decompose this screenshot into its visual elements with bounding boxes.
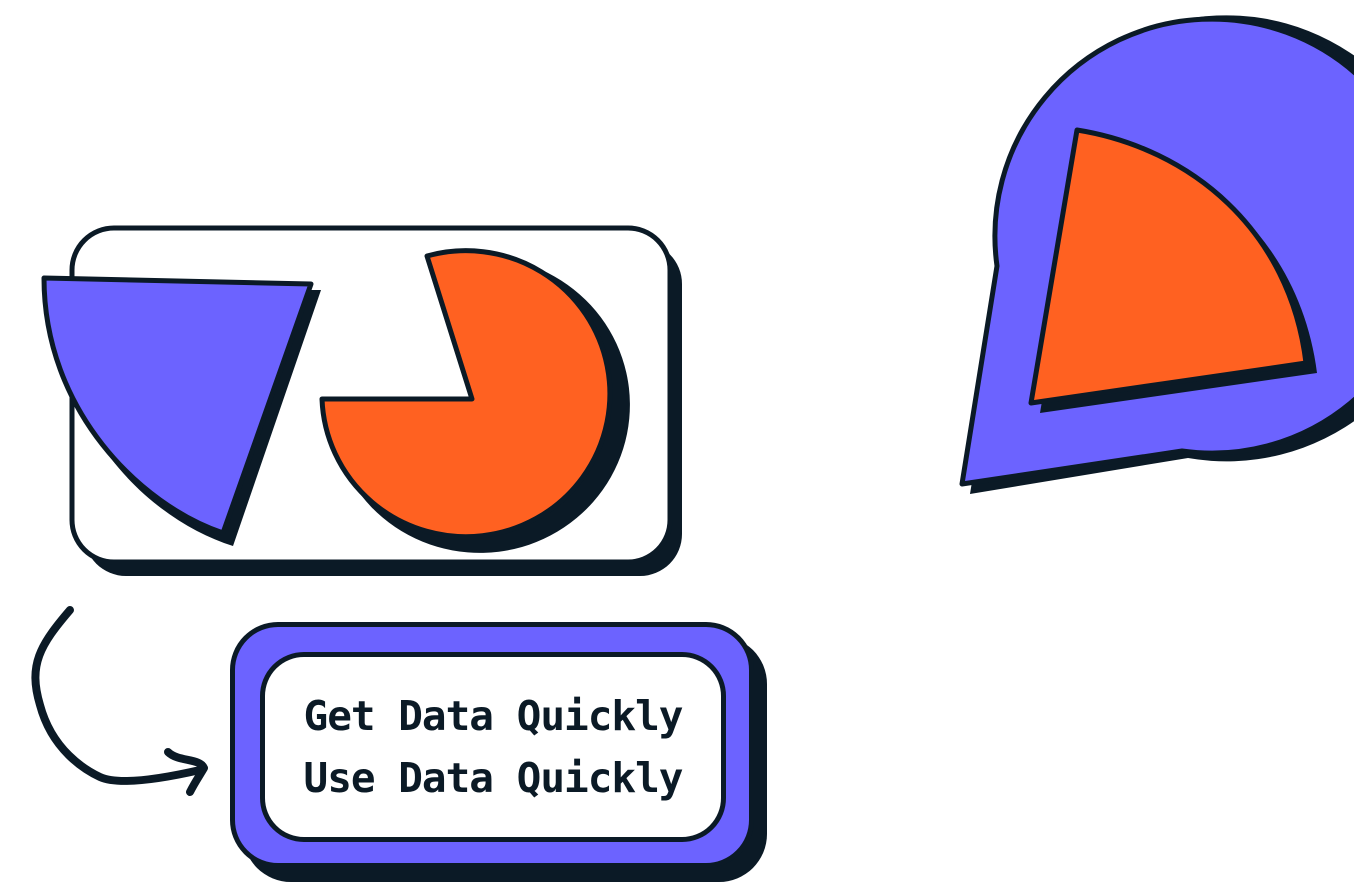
callout-card: Get Data Quickly Use Data Quickly — [260, 652, 726, 842]
callout-line-1: Get Data Quickly — [303, 692, 684, 740]
illustration-stage: Get Data Quickly Use Data Quickly — [0, 0, 1354, 883]
callout-line-2: Use Data Quickly — [303, 754, 684, 802]
curved-arrow-icon — [31, 606, 208, 796]
